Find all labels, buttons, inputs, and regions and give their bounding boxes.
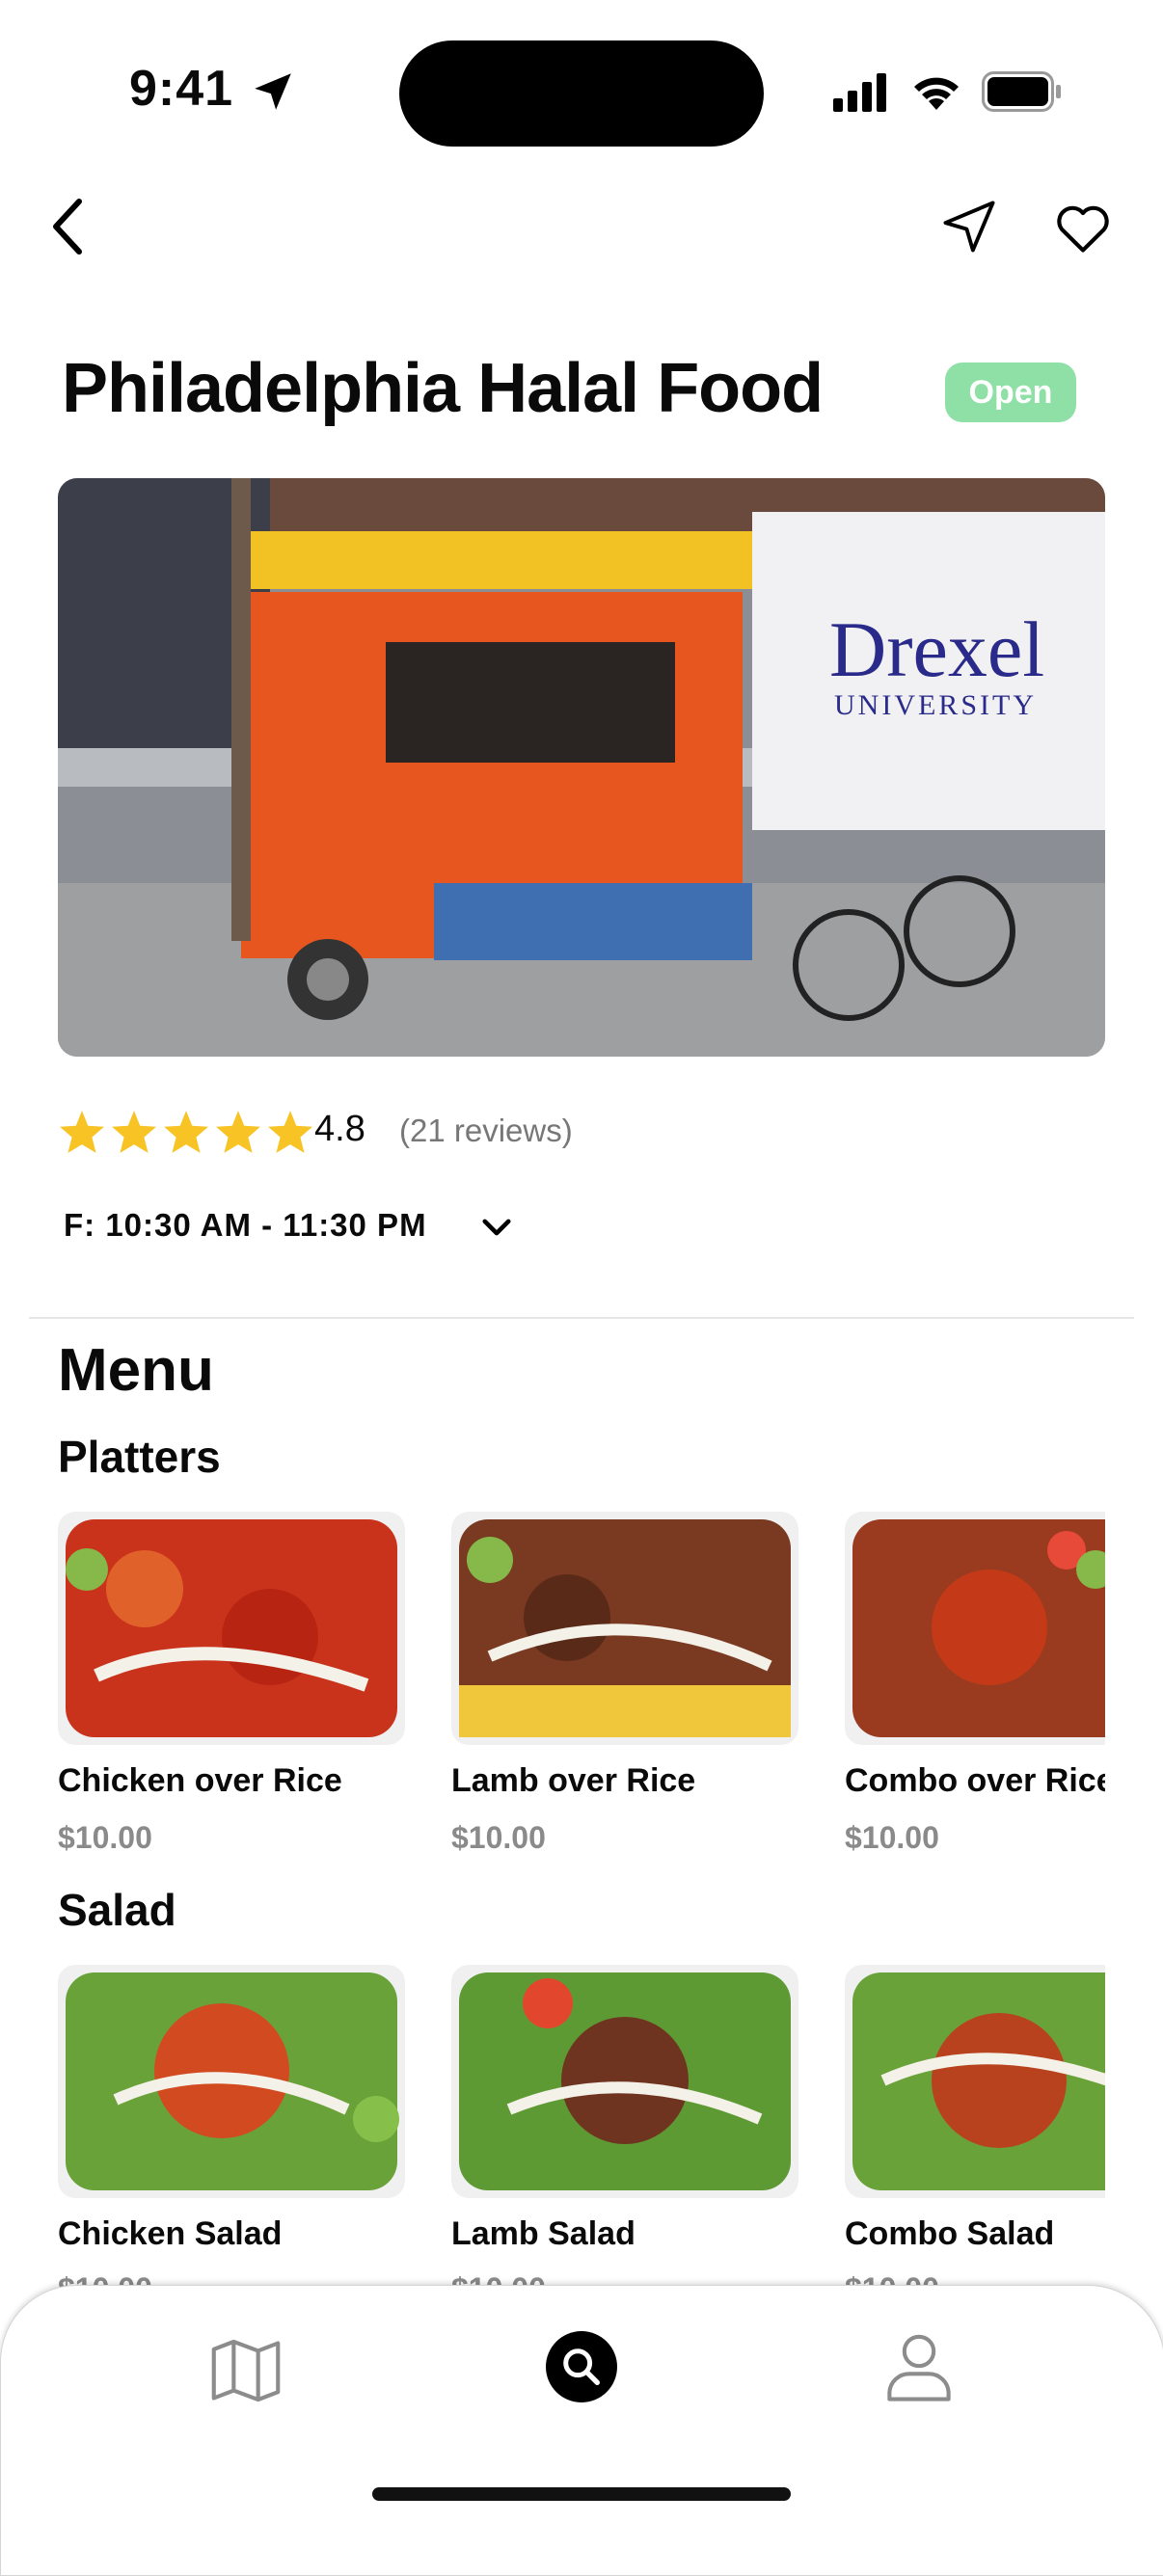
menu-item-image[interactable] [451, 1512, 798, 1745]
menu-item-image[interactable] [451, 1965, 798, 2198]
menu-item-name[interactable]: Lamb Salad [451, 2215, 636, 2253]
tab-map[interactable] [203, 2327, 289, 2414]
menu-item-image[interactable] [845, 1965, 1105, 2198]
menu-item-price: $10.00 [845, 1820, 939, 1855]
tab-bar [0, 2285, 1163, 2576]
menu-item-name[interactable]: Lamb over Rice [451, 1762, 695, 1800]
menu-content: Platters Chicken over Rice Lamb over Ric… [0, 0, 1105, 2528]
section-title-platters: Platters [58, 1432, 221, 1482]
tab-profile[interactable] [876, 2323, 962, 2410]
menu-item-price: $10.00 [451, 1820, 546, 1855]
menu-item-name[interactable]: Combo Salad [845, 2215, 1054, 2253]
menu-item-image[interactable] [845, 1512, 1105, 1745]
menu-item-price: $10.00 [58, 1820, 152, 1855]
tab-search[interactable] [546, 2331, 617, 2402]
menu-item-name[interactable]: Chicken over Rice [58, 1762, 342, 1800]
search-icon [563, 2348, 600, 2385]
menu-item-name[interactable]: Combo over Rice [845, 1762, 1105, 1800]
person-icon [887, 2334, 951, 2402]
menu-item-image[interactable] [58, 1965, 405, 2198]
menu-item-name[interactable]: Chicken Salad [58, 2215, 282, 2253]
menu-item-image[interactable] [58, 1512, 405, 1745]
home-indicator [372, 2487, 791, 2501]
section-title-salad: Salad [58, 1885, 176, 1935]
map-icon [211, 2339, 281, 2402]
